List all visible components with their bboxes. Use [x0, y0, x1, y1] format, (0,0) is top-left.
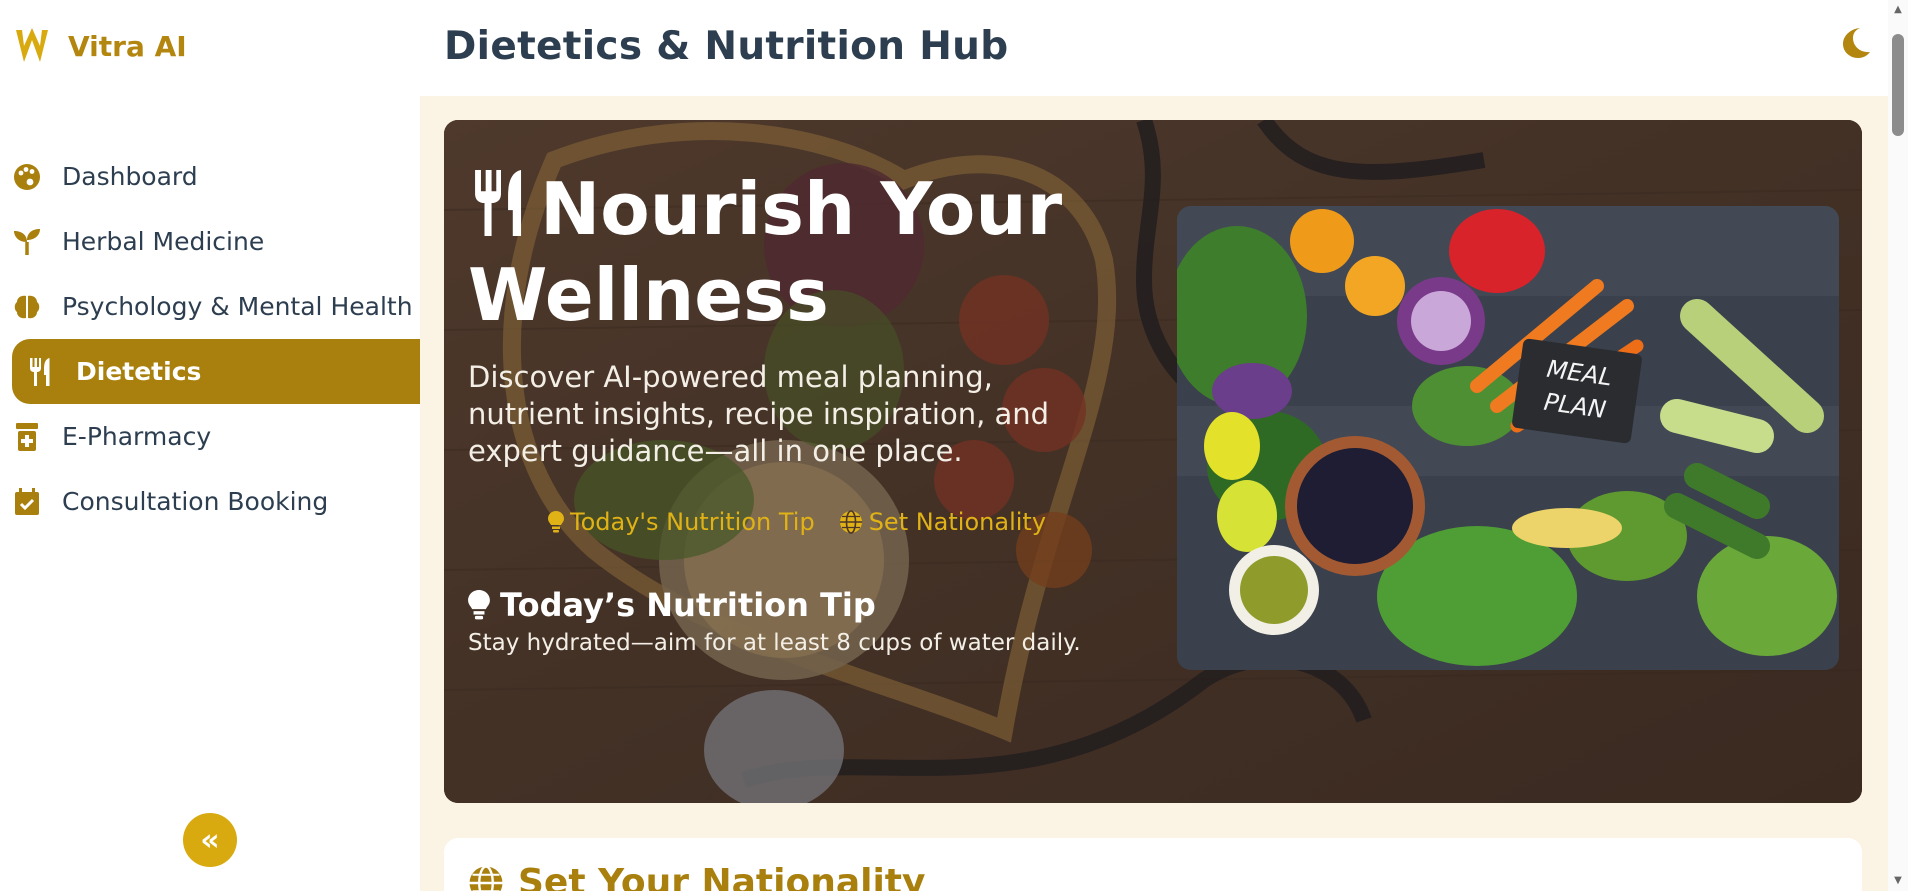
nationality-card: Set Your Nationality: [444, 838, 1862, 891]
lightbulb-icon: [548, 511, 564, 533]
sidebar-item-label: Psychology & Mental Health: [62, 292, 413, 321]
scroll-thumb[interactable]: [1892, 34, 1904, 136]
sidebar-item-label: Dashboard: [62, 162, 198, 191]
set-nationality-link-label: Set Nationality: [868, 508, 1047, 536]
top-header: Dietetics & Nutrition Hub: [420, 0, 1888, 96]
scroll-up-arrow-icon[interactable]: ▲: [1892, 4, 1904, 16]
globe-icon: [469, 864, 503, 891]
utensils-icon: [468, 166, 534, 255]
nutrition-tip-title-text: Today’s Nutrition Tip: [500, 586, 876, 624]
hero-text-block: Nourish Your Wellness Discover AI-powere…: [468, 166, 1158, 470]
hero-description: Discover AI-powered meal planning, nutri…: [468, 360, 1050, 468]
brand-name: Vitra AI: [68, 29, 187, 63]
meal-plan-vegetables-image: MEAL PLAN: [1177, 206, 1839, 670]
sidebar-item-psychology[interactable]: Psychology & Mental Health: [12, 274, 420, 339]
nutrition-tip-link[interactable]: Today's Nutrition Tip: [548, 508, 815, 536]
sidebar-item-herbal-medicine[interactable]: Herbal Medicine: [12, 209, 420, 274]
set-nationality-link[interactable]: Set Nationality: [839, 508, 1046, 536]
dark-mode-toggle[interactable]: [1838, 26, 1882, 70]
utensils-icon: [26, 357, 56, 387]
palette-icon: [12, 162, 42, 192]
scroll-down-arrow-icon[interactable]: ▼: [1892, 875, 1904, 887]
sidebar-item-label: E-Pharmacy: [62, 422, 212, 451]
hero-heading: Nourish Your Wellness: [468, 166, 1158, 335]
moon-icon: [1843, 28, 1870, 58]
hero-quick-links: Today's Nutrition Tip Set Nationality: [548, 508, 1046, 536]
vitra-logo-icon: [14, 26, 50, 66]
calendar-check-icon: [12, 487, 42, 517]
hero-banner: Nourish Your Wellness Discover AI-powere…: [444, 120, 1862, 803]
sidebar-item-label: Herbal Medicine: [62, 227, 265, 256]
sidebar-item-dashboard[interactable]: Dashboard: [12, 144, 420, 209]
sidebar-item-label: Dietetics: [76, 357, 202, 386]
nutrition-tip-title: Today’s Nutrition Tip: [468, 586, 876, 624]
prescription-bottle-icon: [12, 422, 42, 452]
sidebar-item-label: Consultation Booking: [62, 487, 329, 516]
page-title: Dietetics & Nutrition Hub: [444, 24, 1009, 69]
nationality-card-title: Set Your Nationality: [468, 862, 925, 891]
nutrition-tip-body: Stay hydrated—aim for at least 8 cups of…: [468, 630, 1081, 656]
collapse-sidebar-button[interactable]: «: [183, 813, 237, 867]
sidebar-item-dietetics[interactable]: Dietetics: [12, 339, 420, 404]
double-chevron-left-icon: «: [200, 822, 220, 858]
lightbulb-icon: [468, 590, 490, 620]
page-scrollbar[interactable]: ▲ ▼: [1888, 0, 1908, 891]
sidebar: Vitra AI Dashboard Herbal Medicine Psych…: [0, 0, 420, 891]
globe-icon: [839, 510, 862, 534]
seedling-icon: [12, 227, 42, 257]
sidebar-item-consultation-booking[interactable]: Consultation Booking: [12, 469, 420, 534]
sidebar-item-e-pharmacy[interactable]: E-Pharmacy: [12, 404, 420, 469]
brain-icon: [12, 292, 42, 322]
nutrition-tip-link-label: Today's Nutrition Tip: [570, 508, 815, 536]
sidebar-nav: Dashboard Herbal Medicine Psychology & M…: [12, 144, 420, 534]
hero-heading-text: Nourish Your Wellness: [468, 167, 1063, 337]
brand[interactable]: Vitra AI: [14, 22, 187, 70]
nationality-card-title-text: Set Your Nationality: [518, 862, 926, 891]
